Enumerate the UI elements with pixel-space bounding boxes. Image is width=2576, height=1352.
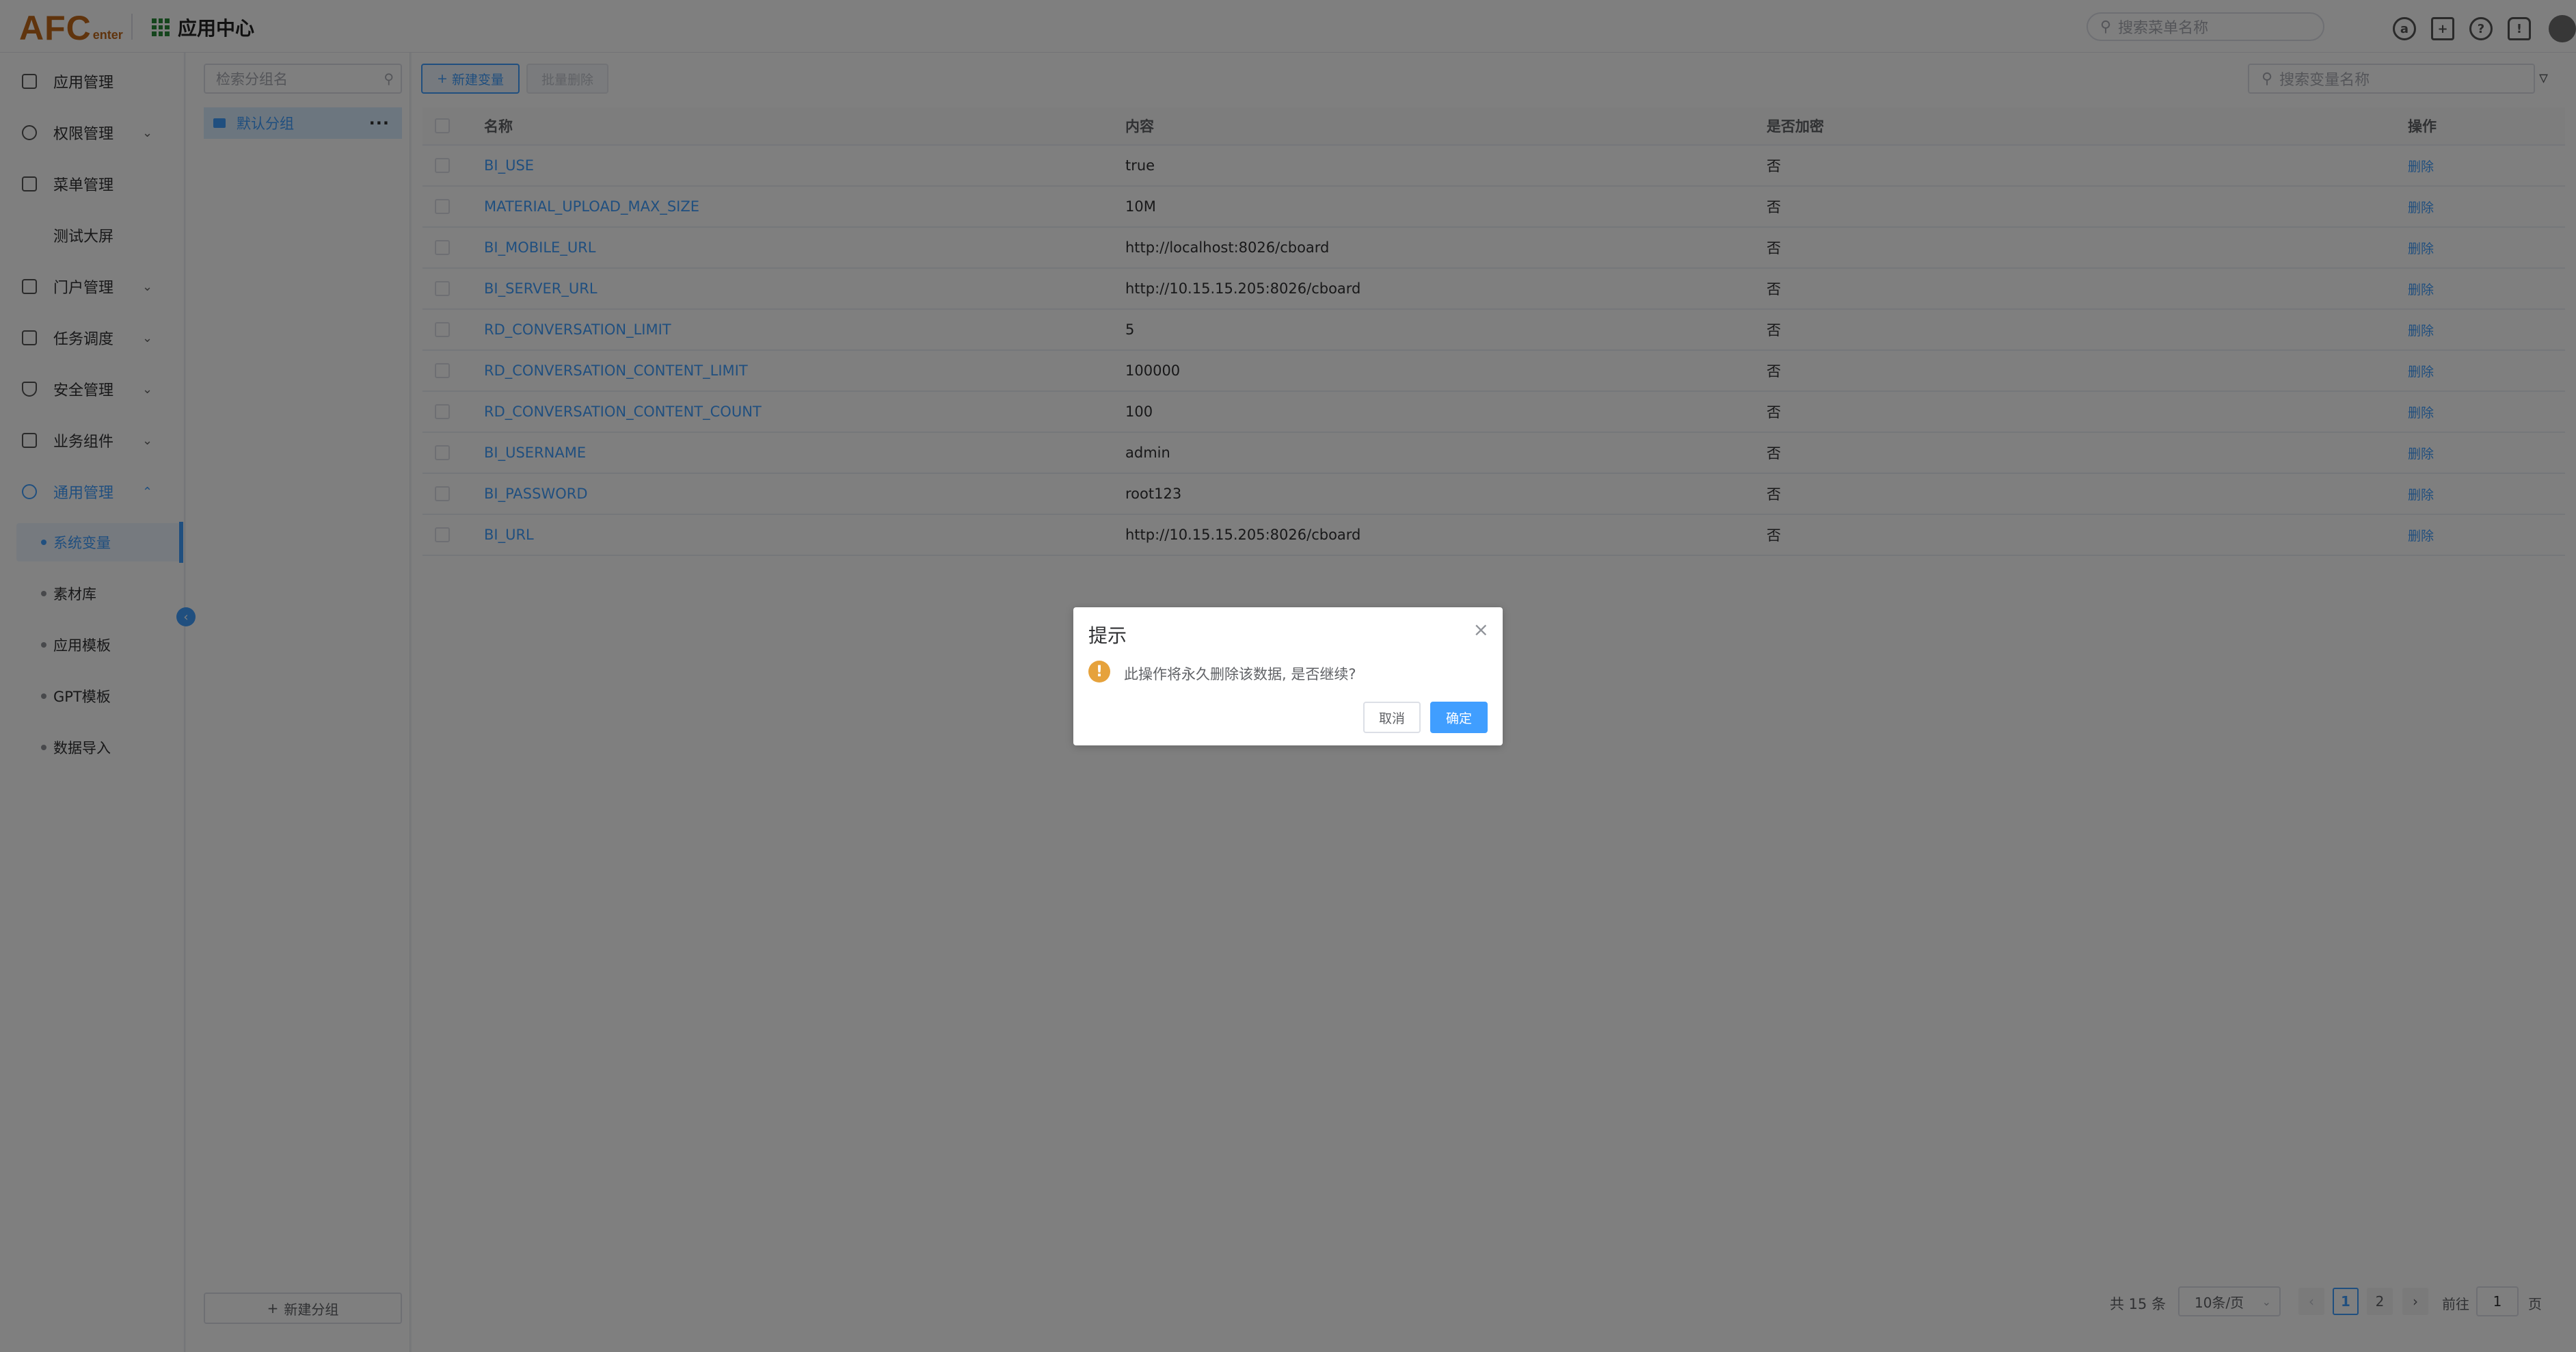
dialog-title: 提示 (1088, 624, 1127, 647)
confirm-button[interactable]: 确定 (1430, 702, 1488, 733)
warning-icon: ! (1088, 661, 1110, 682)
cancel-button[interactable]: 取消 (1363, 702, 1421, 733)
close-icon[interactable]: × (1473, 618, 1489, 641)
dialog-message: 此操作将永久删除该数据, 是否继续? (1124, 666, 1356, 682)
confirm-dialog: 提示 × ! 此操作将永久删除该数据, 是否继续? 取消 确定 (1073, 607, 1503, 745)
